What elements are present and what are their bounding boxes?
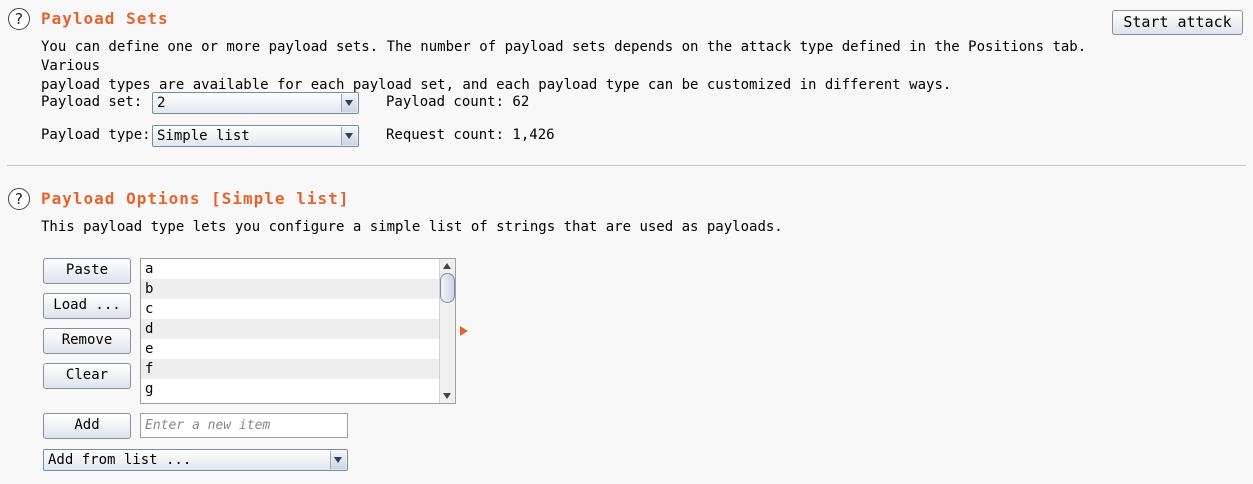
list-item[interactable]: c [141,299,439,319]
chevron-down-icon[interactable] [330,451,346,469]
load-button[interactable]: Load ... [43,293,131,319]
list-item[interactable]: d [141,319,439,339]
list-item[interactable]: g [141,379,439,399]
add-from-list-select[interactable]: Add from list ... [43,449,348,471]
payload-options-title: Payload Options [Simple list] [41,189,350,208]
list-item[interactable]: b [141,279,439,299]
list-item[interactable]: a [141,259,439,279]
remove-button[interactable]: Remove [43,328,131,354]
payload-sets-description-line1: You can define one or more payload sets.… [41,39,1087,74]
new-item-input[interactable] [140,413,348,438]
payload-type-select[interactable]: Simple list [152,125,359,147]
payload-sets-help-icon[interactable]: ? [8,8,30,30]
payload-type-value: Simple list [157,128,250,144]
payload-options-help-icon[interactable]: ? [8,188,30,210]
payload-set-label: Payload set: [41,94,143,110]
start-attack-button[interactable]: Start attack [1112,10,1243,35]
list-item[interactable]: f [141,359,439,379]
chevron-down-icon[interactable] [341,127,357,145]
scroll-down-icon[interactable] [440,389,455,403]
payload-options-description: This payload type lets you configure a s… [41,219,783,235]
payload-list[interactable]: a b c d e f g [140,258,456,404]
expand-arrow-icon[interactable] [460,326,468,336]
request-count-text: Request count: 1,426 [386,127,555,143]
paste-button[interactable]: Paste [43,258,131,284]
list-item[interactable]: e [141,339,439,359]
payload-set-select[interactable]: 2 [152,92,359,114]
payload-count-text: Payload count: 62 [386,94,530,110]
clear-button[interactable]: Clear [43,363,131,389]
payload-sets-title: Payload Sets [41,9,169,28]
add-button[interactable]: Add [43,413,131,439]
payload-set-value: 2 [157,95,166,111]
scroll-up-icon[interactable] [440,259,455,273]
payload-sets-description: You can define one or more payload sets.… [41,38,1106,95]
list-scrollbar[interactable] [439,259,455,403]
scroll-thumb[interactable] [440,273,455,303]
chevron-down-icon[interactable] [341,94,357,112]
section-divider [7,165,1246,166]
payload-type-label: Payload type: [41,127,151,143]
payload-list-items: a b c d e f g [141,259,439,399]
add-from-list-value: Add from list ... [48,452,192,468]
